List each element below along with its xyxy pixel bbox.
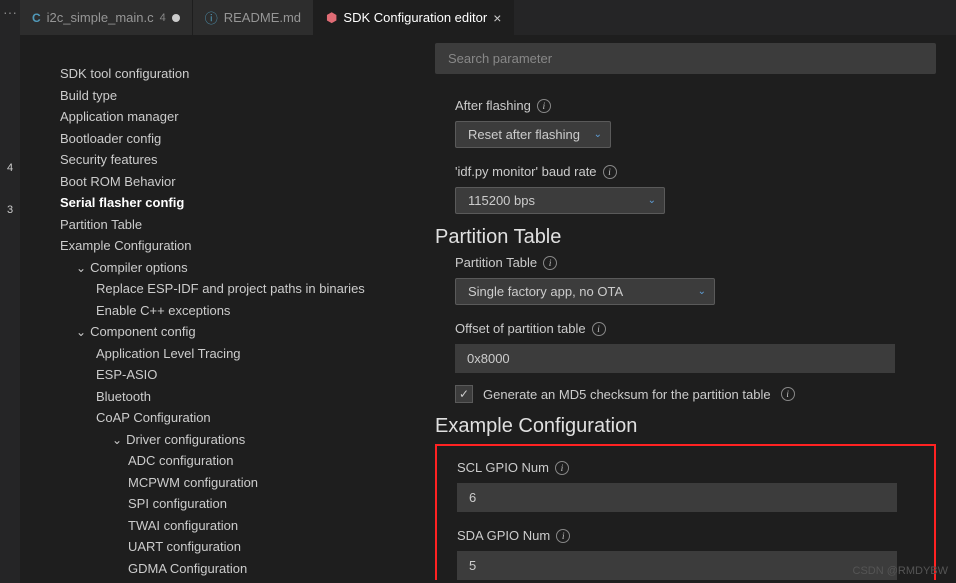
tree-sdk-tool[interactable]: SDK tool configuration [40,63,405,85]
tree-build-type[interactable]: Build type [40,85,405,107]
chevron-down-icon: ⌄ [594,129,602,140]
dirty-indicator-icon [172,14,180,22]
tree-uart[interactable]: UART configuration [40,536,405,558]
tab-label: i2c_simple_main.c [47,10,154,25]
chevron-down-icon: ⌄ [648,195,656,206]
tree-security[interactable]: Security features [40,149,405,171]
info-icon[interactable]: i [781,387,795,401]
tree-replace-esp[interactable]: Replace ESP-IDF and project paths in bin… [40,278,405,300]
scl-gpio-label: SCL GPIO Num i [457,460,924,475]
tab-badge: 4 [160,12,166,24]
info-icon[interactable]: i [543,256,557,270]
info-icon[interactable]: i [603,165,617,179]
close-icon[interactable]: × [493,11,501,25]
tab-i2c-main[interactable]: C i2c_simple_main.c 4 [20,0,193,35]
tab-label: README.md [224,10,301,25]
offset-input[interactable] [455,344,895,373]
sdk-icon: ⬢ [326,10,337,26]
tree-bootloader[interactable]: Bootloader config [40,128,405,150]
info-icon[interactable]: i [537,99,551,113]
activity-badge-2: 3 [7,200,13,220]
after-flashing-label: After flashing i [455,98,936,113]
scl-gpio-input[interactable] [457,483,897,512]
tree-adc[interactable]: ADC configuration [40,450,405,472]
info-icon[interactable]: i [556,529,570,543]
tree-efuse[interactable]: eFuse Bit Manager [40,579,405,583]
tab-sdk-config[interactable]: ⬢ SDK Configuration editor × [314,0,514,35]
sda-gpio-label: SDA GPIO Num i [457,528,924,543]
tab-bar: C i2c_simple_main.c 4 ⓘ README.md ⬢ SDK … [20,0,956,35]
tree-partition[interactable]: Partition Table [40,214,405,236]
tree-mcpwm[interactable]: MCPWM configuration [40,472,405,494]
tree-enable-cpp[interactable]: Enable C++ exceptions [40,300,405,322]
more-icon[interactable]: ··· [3,8,17,156]
activity-bar: ··· 4 3 [0,0,20,583]
tree-app-mgr[interactable]: Application manager [40,106,405,128]
md5-checkbox[interactable]: ✓ [455,385,473,403]
watermark: CSDN @RMDYBW [853,565,949,577]
partition-table-label: Partition Table i [455,255,936,270]
partition-table-select[interactable]: Single factory app, no OTA ⌄ [455,278,715,305]
baud-rate-select[interactable]: 115200 bps ⌄ [455,187,665,214]
info-file-icon: ⓘ [205,8,218,27]
chevron-down-icon: ⌄ [698,286,706,297]
search-input[interactable] [435,43,936,74]
tab-readme[interactable]: ⓘ README.md [193,0,314,35]
tree-app-tracing[interactable]: Application Level Tracing [40,343,405,365]
tree-example[interactable]: Example Configuration [40,235,405,257]
offset-label: Offset of partition table i [455,321,936,336]
tree-driver-cfg[interactable]: Driver configurations [40,429,405,451]
info-icon[interactable]: i [555,461,569,475]
tree-serial-flasher[interactable]: Serial flasher config [40,192,405,214]
tree-spi[interactable]: SPI configuration [40,493,405,515]
tab-label: SDK Configuration editor [343,10,487,25]
example-config-title: Example Configuration [435,415,936,438]
md5-label: Generate an MD5 checksum for the partiti… [483,387,771,402]
tree-esp-asio[interactable]: ESP-ASIO [40,364,405,386]
tree-bluetooth[interactable]: Bluetooth [40,386,405,408]
activity-badge-1: 4 [7,158,13,178]
sda-gpio-input[interactable] [457,551,897,580]
tree-coap[interactable]: CoAP Configuration [40,407,405,429]
tree-component-cfg[interactable]: Component config [40,321,405,343]
tree-boot-rom[interactable]: Boot ROM Behavior [40,171,405,193]
highlighted-region: SCL GPIO Num i SDA GPIO Num i [435,444,936,580]
baud-rate-label: 'idf.py monitor' baud rate i [455,164,936,179]
info-icon[interactable]: i [592,322,606,336]
tree-compiler-opts[interactable]: Compiler options [40,257,405,279]
reset-after-flashing-select[interactable]: Reset after flashing ⌄ [455,121,611,148]
tree-gdma[interactable]: GDMA Configuration [40,558,405,580]
partition-table-title: Partition Table [435,226,936,249]
config-panel: After flashing i Reset after flashing ⌄ … [415,35,956,583]
config-tree: SDK tool configuration Build type Applic… [20,35,415,583]
tree-twai[interactable]: TWAI configuration [40,515,405,537]
c-file-icon: C [32,11,41,25]
